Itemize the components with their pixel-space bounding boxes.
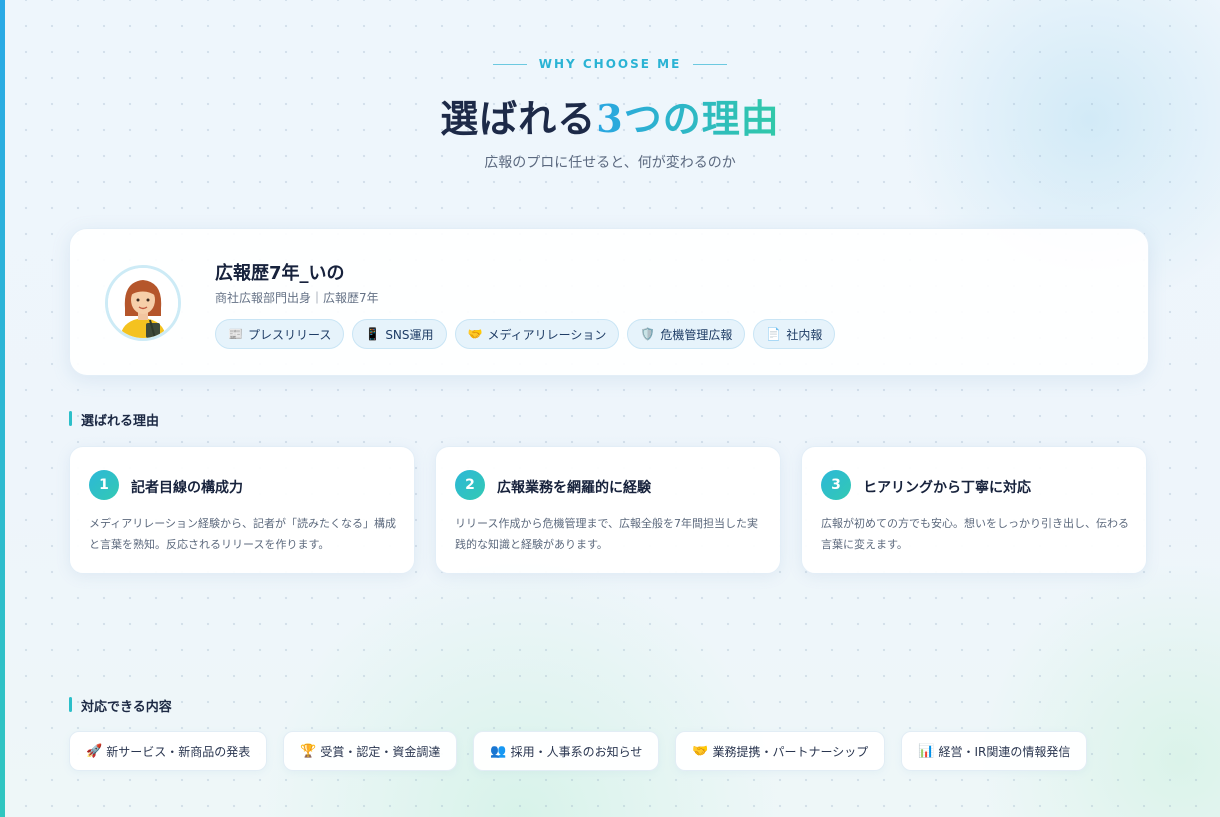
reason-card-1: 1 記者目線の構成力 メディアリレーション経験から、記者が「読みたくなる」構成と…	[69, 446, 415, 574]
page-subtitle: 広報のプロに任せると、何が変わるのか	[484, 155, 736, 171]
reasons-section-label: 選ばれる理由	[69, 410, 159, 429]
eyebrow-line-left	[492, 63, 527, 65]
tag-media-relations: 🤝 メディアリレーション	[454, 319, 620, 349]
skill-tags: 📰 プレスリリース 📱 SNS運用 🤝 メディアリレーション 🛡️ 危機管理広報…	[215, 319, 836, 349]
reason-number-badge: 1	[89, 470, 119, 500]
reason-description: 広報が初めての方でも安心。想いをしっかり引き出し、伝わる言葉に変えます。	[821, 517, 1129, 551]
reason-description: リリース作成から危機管理まで、広報全般を7年間担当した実践的な知識と経験がありま…	[455, 517, 759, 551]
people-icon: 👥	[490, 743, 507, 759]
tag-label: 社内報	[786, 327, 823, 342]
topic-hiring-hr: 👥 採用・人事系のお知らせ	[473, 731, 660, 771]
topic-new-service: 🚀 新サービス・新商品の発表	[69, 731, 268, 771]
reason-title: 広報業務を網羅的に経験	[497, 480, 651, 496]
reason-card-2: 2 広報業務を網羅的に経験 リリース作成から危機管理まで、広報全般を7年間担当し…	[435, 446, 781, 574]
reason-description: メディアリレーション経験から、記者が「読みたくなる」構成と言葉を熟知。反応される…	[89, 517, 397, 551]
section-eyebrow: WHY CHOOSE ME	[0, 57, 1220, 71]
tag-label: プレスリリース	[247, 327, 332, 342]
bar-chart-icon: 📊	[918, 743, 935, 759]
eyebrow-text: WHY CHOOSE ME	[538, 57, 682, 71]
eyebrow-line-right	[693, 63, 728, 65]
topic-label: 受賞・認定・資金調達	[320, 744, 441, 759]
topic-label: 業務提携・パートナーシップ	[712, 744, 869, 759]
reason-number-badge: 2	[455, 470, 485, 500]
tag-sns: 📱 SNS運用	[352, 319, 447, 349]
handshake-icon: 🤝	[692, 743, 709, 759]
handshake-icon: 🤝	[467, 327, 483, 341]
topic-management-ir: 📊 経営・IR関連の情報発信	[901, 731, 1088, 771]
avatar	[105, 265, 181, 341]
reason-number-badge: 3	[821, 470, 851, 500]
smartphone-icon: 📱	[365, 327, 381, 341]
document-icon: 📄	[766, 327, 782, 341]
reasons-list: 1 記者目線の構成力 メディアリレーション経験から、記者が「読みたくなる」構成と…	[69, 446, 1147, 574]
topic-awards-funding: 🏆 受賞・認定・資金調達	[283, 731, 458, 771]
profile-subtitle: 商社広報部門出身｜広報歴7年	[215, 291, 379, 305]
topics-list: 🚀 新サービス・新商品の発表 🏆 受賞・認定・資金調達 👥 採用・人事系のお知ら…	[69, 731, 1088, 771]
topic-partnership: 🤝 業務提携・パートナーシップ	[675, 731, 886, 771]
avatar-illustration	[108, 268, 178, 338]
tag-press-release: 📰 プレスリリース	[215, 319, 345, 349]
topics-section-label: 対応できる内容	[69, 696, 172, 715]
tag-label: SNS運用	[385, 327, 434, 342]
reason-title: 記者目線の構成力	[131, 480, 243, 496]
trophy-icon: 🏆	[300, 743, 317, 759]
topic-label: 経営・IR関連の情報発信	[938, 744, 1071, 759]
profile-name: 広報歴7年_いの	[215, 263, 345, 284]
title-main: 選ばれる	[440, 96, 597, 141]
tag-label: メディアリレーション	[487, 327, 607, 342]
tag-label: 危機管理広報	[660, 327, 733, 342]
tag-crisis-pr: 🛡️ 危機管理広報	[627, 319, 746, 349]
reason-title: ヒアリングから丁寧に対応	[863, 480, 1031, 496]
newspaper-icon: 📰	[228, 327, 243, 341]
reason-card-3: 3 ヒアリングから丁寧に対応 広報が初めての方でも安心。想いをしっかり引き出し、…	[801, 446, 1147, 574]
topic-label: 採用・人事系のお知らせ	[510, 744, 643, 759]
title-highlight: 3つの理由	[596, 96, 780, 141]
topic-label: 新サービス・新商品の発表	[106, 744, 251, 759]
page: WHY CHOOSE ME 選ばれる3つの理由 広報のプロに任せると、何が変わる…	[0, 0, 1220, 817]
page-title: 選ばれる3つの理由	[0, 88, 1220, 143]
rocket-icon: 🚀	[86, 743, 103, 759]
tag-internal-newsletter: 📄 社内報	[753, 319, 836, 349]
shield-icon: 🛡️	[640, 327, 656, 341]
profile-card: 広報歴7年_いの 商社広報部門出身｜広報歴7年 📰 プレスリリース 📱 SNS運…	[69, 228, 1149, 376]
